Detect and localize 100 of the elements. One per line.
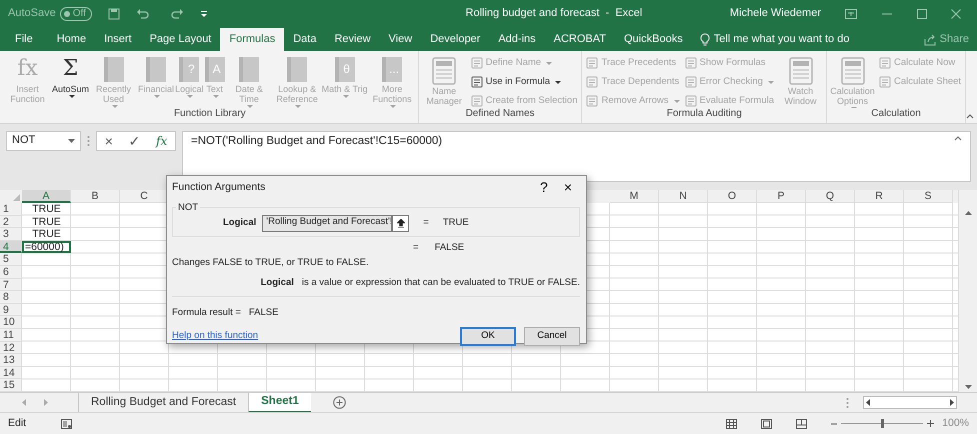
add-sheet-icon[interactable]: [332, 396, 346, 409]
column-header[interactable]: S: [904, 190, 953, 203]
row-header[interactable]: 3: [0, 228, 22, 241]
formula-result-label: Formula result =: [172, 307, 241, 319]
ribbon-tab[interactable]: Insert: [95, 28, 141, 51]
column-header[interactable]: A: [22, 190, 71, 203]
table-cell[interactable]: =60000): [22, 240, 71, 254]
ribbon-display-icon[interactable]: [845, 9, 857, 19]
collapse-icon[interactable]: [966, 113, 974, 119]
customize-icon[interactable]: [200, 9, 208, 19]
help-button[interactable]: ?: [532, 180, 556, 194]
row-header[interactable]: 5: [0, 253, 22, 266]
dropdown-icon[interactable]: [68, 139, 75, 143]
formula-text: =NOT('Rolling Budget and Forecast'!C15=60000): [191, 135, 442, 149]
ribbon-tab[interactable]: ACROBAT: [544, 28, 615, 51]
column-header[interactable]: B: [71, 190, 120, 203]
ribbon-tab[interactable]: Home: [48, 28, 96, 51]
ribbon-tab[interactable]: Formulas: [220, 28, 284, 51]
book-icon: [104, 57, 124, 82]
function-result: FALSE: [434, 242, 464, 254]
insert-function-button[interactable]: fx: [152, 135, 172, 147]
zoom-slider-thumb[interactable]: [880, 419, 884, 428]
dialog-button[interactable]: Cancel: [524, 326, 580, 346]
column-header[interactable]: Q: [806, 190, 855, 203]
argument-label: Logical: [223, 217, 256, 229]
macro-record-icon[interactable]: [61, 418, 72, 428]
ribbon-button[interactable]: Σ AutoSum: [52, 53, 90, 98]
row-header[interactable]: 14: [0, 366, 22, 380]
collapse-icon[interactable]: [954, 135, 962, 141]
ribbon-tab[interactable]: Developer: [421, 28, 490, 51]
zoom-out-icon[interactable]: [831, 420, 838, 426]
share-icon[interactable]: [924, 34, 936, 46]
function-icon: Σ: [62, 53, 78, 85]
book-icon: [146, 57, 166, 82]
ribbon-tab[interactable]: Data: [284, 28, 326, 51]
row-header[interactable]: 12: [0, 342, 22, 354]
ribbon-tab[interactable]: View: [380, 28, 422, 51]
ribbon-tab[interactable]: Add-ins: [489, 28, 545, 51]
row-header[interactable]: 7: [0, 278, 22, 292]
column-header[interactable]: M: [610, 190, 659, 203]
scroll-right-icon[interactable]: [949, 399, 954, 406]
book-icon: [239, 57, 260, 82]
row-header[interactable]: 6: [0, 266, 22, 279]
scroll-left-icon[interactable]: [866, 399, 871, 406]
zoom-level[interactable]: 100%: [942, 417, 969, 430]
column-header[interactable]: O: [708, 190, 757, 203]
ribbon-tab[interactable]: QuickBooks: [615, 28, 692, 51]
row-header[interactable]: 4: [0, 240, 22, 254]
row-header[interactable]: 2: [0, 216, 22, 228]
row-header[interactable]: 15: [0, 379, 22, 392]
row-header[interactable]: 11: [0, 328, 22, 342]
autosave-label: AutoSave: [8, 7, 56, 21]
horizontal-scrollbar[interactable]: [863, 396, 957, 409]
column-header[interactable]: C: [120, 190, 169, 203]
scroll-up-icon[interactable]: [964, 210, 972, 216]
sheet-tab[interactable]: Sheet1: [248, 392, 311, 412]
column-header[interactable]: N: [659, 190, 708, 203]
save-icon[interactable]: [108, 8, 120, 20]
row-header[interactable]: 9: [0, 304, 22, 316]
close-button[interactable]: ×: [556, 180, 580, 194]
function-description: Changes FALSE to TRUE, or TRUE to FALSE.: [172, 257, 370, 269]
normal-view-icon[interactable]: [726, 418, 738, 428]
equals-sign: =: [413, 242, 419, 254]
split-grip-icon[interactable]: [846, 396, 849, 408]
maximize-icon[interactable]: [917, 9, 927, 19]
zoom-in-icon[interactable]: [927, 420, 934, 427]
table-cell-text: TRUE: [31, 203, 62, 216]
formula-field[interactable]: =NOT('Rolling Budget and Forecast'!C15=60000): [182, 131, 971, 182]
share-button[interactable]: Share: [940, 32, 969, 46]
zoom-slider[interactable]: [841, 419, 924, 428]
row-header[interactable]: 8: [0, 291, 22, 304]
document-icon: [879, 57, 891, 69]
tell-me-field[interactable]: Tell me what you want to do: [714, 32, 850, 46]
document-icon: [879, 76, 891, 88]
argument-field[interactable]: 'Rolling Budget and Forecast'!: [262, 214, 392, 232]
ribbon-button[interactable]: Use in Formula: [468, 73, 580, 91]
ribbon-tab[interactable]: Page Layout: [140, 28, 220, 51]
group-label: Defined Names: [464, 108, 536, 121]
help-link[interactable]: Help on this function: [172, 330, 258, 342]
row-header[interactable]: 10: [0, 316, 22, 329]
book-icon: ?: [179, 57, 200, 82]
name-box[interactable]: NOT: [6, 131, 81, 151]
ribbon-tab[interactable]: File: [6, 28, 42, 51]
ribbon-tab[interactable]: Review: [325, 28, 380, 51]
argument-description: is a value or expression that can be evaluated to TRUE or FALSE.: [302, 276, 580, 288]
row-header[interactable]: 1: [0, 203, 22, 216]
page-break-icon[interactable]: [796, 418, 808, 428]
collapse-dialog-button[interactable]: [392, 214, 410, 232]
panel-icon: [840, 56, 866, 86]
cancel-button[interactable]: ×: [100, 134, 117, 148]
page-layout-icon[interactable]: [761, 418, 772, 428]
document-icon: [684, 76, 697, 88]
scroll-down-icon[interactable]: [964, 384, 972, 390]
dialog-button[interactable]: OK: [460, 326, 516, 346]
row-header[interactable]: 13: [0, 354, 22, 367]
autosave-toggle[interactable]: Off: [60, 7, 92, 21]
enter-button[interactable]: ✓: [124, 134, 144, 148]
column-header[interactable]: P: [757, 190, 806, 203]
column-header[interactable]: R: [855, 190, 904, 203]
close-icon[interactable]: [951, 9, 961, 19]
